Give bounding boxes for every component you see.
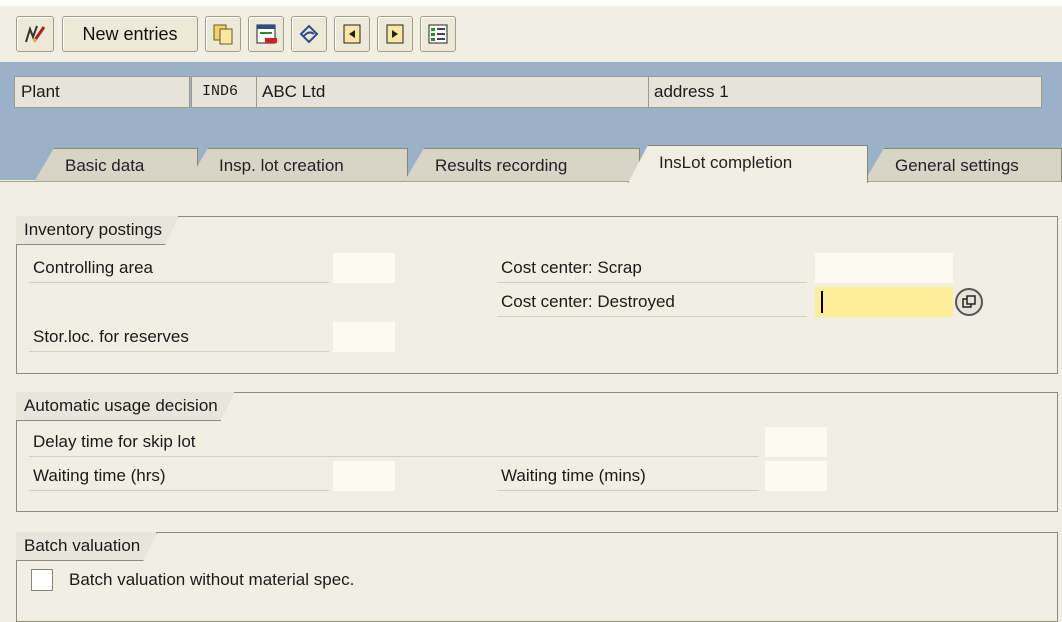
plant-address: address 1 bbox=[648, 76, 1042, 108]
delay-time-skip-lot-label: Delay time for skip lot bbox=[29, 427, 759, 457]
waiting-time-mins-input[interactable] bbox=[765, 461, 827, 491]
plant-label: Plant bbox=[14, 76, 190, 108]
new-entries-label: New entries bbox=[82, 23, 178, 44]
delay-time-skip-lot-input[interactable] bbox=[765, 427, 827, 457]
batch-valuation-group: Batch valuation Batch valuation without … bbox=[16, 532, 1058, 622]
select-all-button[interactable] bbox=[420, 16, 456, 52]
automatic-usage-decision-group: Automatic usage decision Delay time for … bbox=[16, 392, 1058, 512]
waiting-time-hrs-input[interactable] bbox=[333, 461, 395, 491]
next-entry-icon bbox=[386, 24, 404, 44]
tab-insp-lot-creation[interactable]: Insp. lot creation bbox=[188, 148, 408, 182]
cost-center-destroyed-input[interactable] bbox=[815, 287, 953, 317]
waiting-time-hrs-label: Waiting time (hrs) bbox=[29, 461, 329, 491]
controlling-area-input[interactable] bbox=[333, 253, 395, 283]
display-change-button[interactable] bbox=[16, 16, 54, 52]
undo-button[interactable] bbox=[291, 16, 327, 52]
inventory-postings-group: Inventory postings Controlling area Cost… bbox=[16, 216, 1058, 374]
cost-center-destroyed-label: Cost center: Destroyed bbox=[497, 287, 807, 317]
previous-entry-button[interactable] bbox=[334, 16, 370, 52]
controlling-area-label: Controlling area bbox=[29, 253, 329, 283]
plant-code: IND6 bbox=[191, 76, 257, 108]
inventory-postings-title: Inventory postings bbox=[16, 216, 179, 245]
next-entry-button[interactable] bbox=[377, 16, 413, 52]
delete-button[interactable] bbox=[248, 16, 284, 52]
copy-button[interactable] bbox=[205, 16, 241, 52]
cost-center-scrap-label: Cost center: Scrap bbox=[497, 253, 807, 283]
plant-name: ABC Ltd bbox=[256, 76, 649, 108]
previous-entry-icon bbox=[343, 24, 361, 44]
tab-strip: Basic data Insp. lot creation Results re… bbox=[0, 145, 1062, 183]
application-toolbar: New entries bbox=[0, 0, 1062, 62]
tab-general-settings[interactable]: General settings bbox=[864, 148, 1062, 182]
waiting-time-mins-label: Waiting time (mins) bbox=[497, 461, 759, 491]
undo-icon bbox=[299, 24, 319, 44]
stor-loc-reserves-input[interactable] bbox=[333, 322, 395, 352]
value-help-icon bbox=[962, 295, 976, 308]
tab-basic-data[interactable]: Basic data bbox=[34, 148, 198, 182]
batch-valuation-checkbox-label: Batch valuation without material spec. bbox=[69, 570, 355, 589]
cost-center-scrap-input[interactable] bbox=[815, 253, 953, 283]
delete-icon bbox=[256, 24, 277, 44]
batch-valuation-checkbox[interactable] bbox=[31, 569, 53, 591]
automatic-usage-decision-title: Automatic usage decision bbox=[16, 392, 235, 421]
copy-icon bbox=[213, 24, 233, 45]
value-help-button[interactable] bbox=[955, 288, 983, 316]
select-all-icon bbox=[428, 24, 448, 44]
display-change-icon bbox=[25, 25, 46, 43]
batch-valuation-title: Batch valuation bbox=[16, 532, 157, 561]
stor-loc-reserves-label: Stor.loc. for reserves bbox=[29, 322, 329, 352]
tab-divider bbox=[0, 181, 1062, 182]
new-entries-button[interactable]: New entries bbox=[62, 16, 198, 52]
text-cursor bbox=[821, 291, 823, 313]
tab-inslot-completion[interactable]: InsLot completion bbox=[628, 145, 868, 183]
tab-results-recording[interactable]: Results recording bbox=[404, 148, 640, 182]
